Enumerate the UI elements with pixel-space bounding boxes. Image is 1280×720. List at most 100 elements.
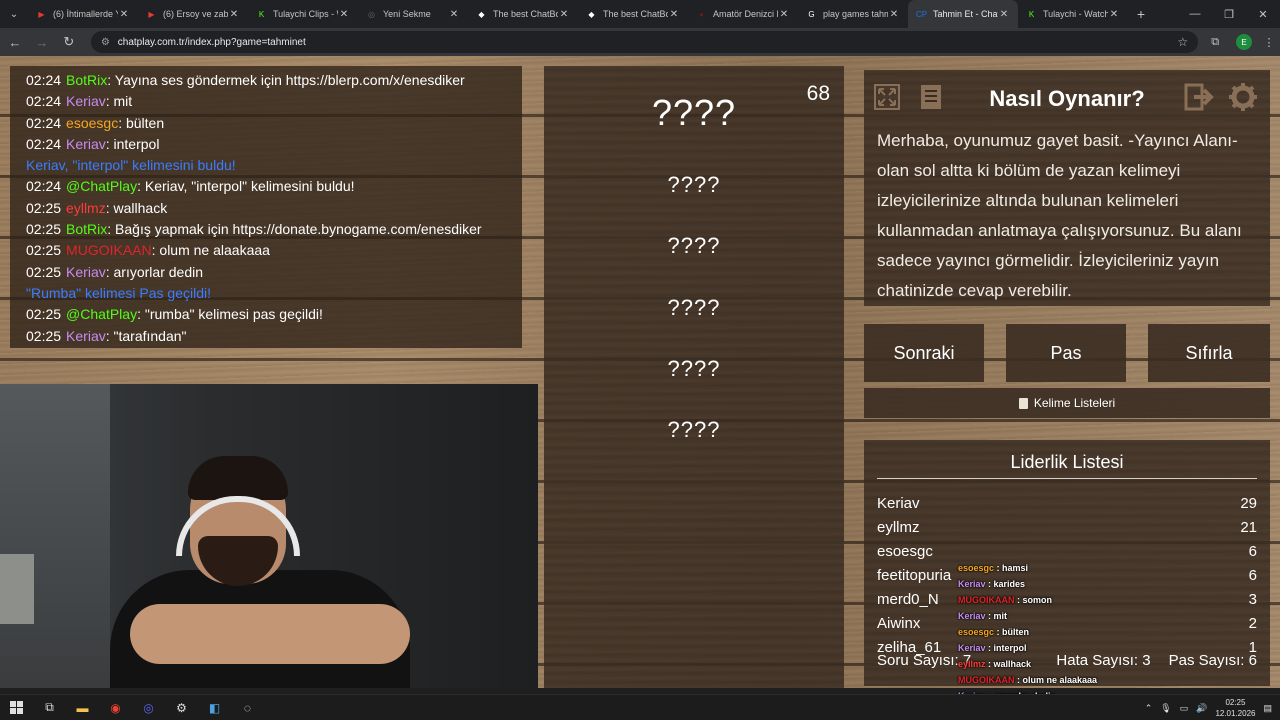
leaderboard-name: Keriav <box>877 495 920 512</box>
tab-close-icon[interactable]: ✕ <box>118 9 130 20</box>
tab-close-icon[interactable]: ✕ <box>338 9 350 20</box>
chat-username: esoesgc <box>66 114 119 131</box>
chat-text: : Keriav, "interpol" kelimesini buldu! <box>137 178 355 195</box>
leaderboard-name: Aiwinx <box>877 615 921 632</box>
chat-timestamp: 02:24 <box>26 178 62 195</box>
tray-chevron-icon[interactable]: ⌃ <box>1145 703 1153 714</box>
minimize-icon[interactable]: — <box>1178 0 1212 28</box>
browser-tab[interactable]: ▶ (6) İhtimallerde Ya✕ <box>28 0 138 28</box>
chat-text: : wallhack <box>105 199 168 216</box>
chat-timestamp: 02:25 <box>26 199 62 216</box>
overlay-text: : somon <box>1014 595 1052 605</box>
tab-close-icon[interactable]: ✕ <box>668 9 680 20</box>
task-view-icon[interactable]: ⧉ <box>33 695 66 720</box>
tab-close-icon[interactable]: ✕ <box>558 9 570 20</box>
tab-favicon-icon: K <box>1028 9 1035 19</box>
new-tab-button[interactable]: + <box>1128 6 1154 22</box>
network-icon[interactable]: ▭ <box>1180 703 1189 714</box>
leaderboard-title: Liderlik Listesi <box>1010 452 1124 472</box>
site-info-icon[interactable]: ⚙ <box>101 37 110 48</box>
browser-tab[interactable]: ▶ (6) Ersoy ve zabıt ✕ <box>138 0 248 28</box>
leaderboard-row: eyllmz 21 <box>877 516 1257 540</box>
chat-username: Keriav <box>66 135 106 152</box>
forward-icon[interactable]: → <box>30 30 54 54</box>
overlay-username: esoesgc <box>958 563 995 573</box>
chrome-icon[interactable]: ◉ <box>99 695 132 720</box>
tab-close-icon[interactable]: ✕ <box>228 9 240 20</box>
chat-lines: 02:24 BotRix: Yayına ses göndermek için h… <box>26 70 522 347</box>
clock[interactable]: 02:25 12.01.2026 <box>1215 697 1255 719</box>
back-icon[interactable]: ← <box>3 30 27 54</box>
chat-message: 02:24 esoesgc: bülten <box>26 113 522 134</box>
discord-icon[interactable]: ◎ <box>132 695 165 720</box>
chat-message: 02:25 BotRix: Bağış yapmak için https://d… <box>26 219 522 240</box>
tab-favicon-icon: ▶ <box>148 9 155 19</box>
chat-username: Keriav, "interpol" kelimesini buldu! <box>26 157 236 174</box>
clipboard-icon <box>1018 397 1028 409</box>
notifications-icon[interactable]: ▤ <box>1263 703 1272 714</box>
extensions-icon[interactable]: ⧉ <box>1204 31 1226 53</box>
bookmark-star-icon[interactable]: ☆ <box>1177 35 1188 49</box>
window-controls: — ❐ ✕ <box>1178 0 1280 28</box>
chat-message: 02:24 Keriav: mit <box>26 91 522 112</box>
logout-icon[interactable] <box>1182 80 1216 114</box>
windows-start-icon[interactable] <box>0 695 33 720</box>
app-icon[interactable]: ◧ <box>198 695 231 720</box>
settings-gear-icon[interactable] <box>1226 80 1260 114</box>
reload-icon[interactable]: ↻ <box>57 30 81 54</box>
browser-tab[interactable]: CP Tahmin Et - ChatP✕ <box>908 0 1018 28</box>
chat-timestamp: 02:25 <box>26 242 62 259</box>
tab-close-icon[interactable]: ✕ <box>448 9 460 20</box>
chat-timestamp: 02:25 <box>26 306 62 323</box>
obs-icon[interactable]: ◌ <box>231 695 264 720</box>
next-button[interactable]: Sonraki <box>864 324 984 382</box>
clock-time: 02:25 <box>1225 698 1246 707</box>
chat-text: : bülten <box>118 114 165 131</box>
overlay-username: MUGOIKAAN <box>958 675 1015 685</box>
overlay-text: : bülten <box>994 627 1030 637</box>
file-explorer-icon[interactable]: ▬ <box>66 695 99 720</box>
volume-icon[interactable]: 🔊 <box>1196 703 1207 714</box>
browser-tab[interactable]: ◎ Yeni Sekme ✕ <box>358 0 468 28</box>
browser-tab[interactable]: ◆ The best ChatBot ✕ <box>578 0 688 28</box>
chat-message: 02:25 Keriav: "tarafından" <box>26 326 522 347</box>
browser-tab[interactable]: ◆ The best ChatBot ✕ <box>468 0 578 28</box>
how-to-play-panel: Nasıl Oynanır? Merhaba, oyunumuz gayet b… <box>864 70 1270 306</box>
tab-bar: ⌄ ▶(6) İhtimallerde Ya✕▶(6) Ersoy ve zab… <box>0 0 1280 28</box>
microphone-icon[interactable]: 🎙 <box>1160 703 1171 714</box>
chat-timestamp: 02:25 <box>26 221 62 238</box>
browser-tab[interactable]: K Tulaychi Clips - W ✕ <box>248 0 358 28</box>
browser-tab[interactable]: Gplay games tahm ✕ <box>798 0 908 28</box>
pass-button[interactable]: Pas <box>1006 324 1126 382</box>
tab-close-icon[interactable]: ✕ <box>1108 9 1120 20</box>
menu-kebab-icon[interactable]: ⋮ <box>1258 31 1280 53</box>
leaderboard-score: 29 <box>1240 495 1257 512</box>
leaderboard-score: 6 <box>1248 543 1257 560</box>
chat-text: : interpol <box>105 135 160 152</box>
leaderboard-name: feetitopuria <box>877 567 952 584</box>
tab-title: Tahmin Et - ChatP <box>933 9 998 19</box>
webcam-feed <box>0 384 538 688</box>
restore-icon[interactable]: ❐ <box>1212 0 1246 28</box>
url-field[interactable]: ⚙ chatplay.com.tr/index.php?game=tahmine… <box>90 31 1199 53</box>
reset-button[interactable]: Sıfırla <box>1148 324 1270 382</box>
tab-close-icon[interactable]: ✕ <box>998 9 1010 20</box>
chat-timestamp: 02:25 <box>26 263 62 280</box>
word-lists-button[interactable]: Kelime Listeleri <box>864 388 1270 418</box>
chat-text: : mit <box>105 93 133 110</box>
tab-close-icon[interactable]: ✕ <box>778 9 790 20</box>
chat-text: : "rumba" kelimesi pas geçildi! <box>137 306 323 323</box>
profile-avatar[interactable]: E <box>1236 34 1253 50</box>
leaderboard-score: 2 <box>1248 615 1257 632</box>
leaderboard-score: 6 <box>1248 567 1257 584</box>
settings-icon[interactable]: ⚙ <box>165 695 198 720</box>
overlay-text: : olum ne alaakaaa <box>1014 675 1098 685</box>
browser-tab[interactable]: ● Amatör Denizci E ✕ <box>688 0 798 28</box>
browser-tab[interactable]: K Tulaychi - Watch ✕ <box>1018 0 1128 28</box>
tab-close-icon[interactable]: ✕ <box>888 9 900 20</box>
close-window-icon[interactable]: ✕ <box>1246 0 1280 28</box>
chat-message: "Rumba" kelimesi Pas geçildi! <box>26 283 522 304</box>
how-to-play-text: Merhaba, oyunumuz gayet basit. -Yayıncı … <box>877 131 1242 300</box>
tab-search-icon[interactable]: ⌄ <box>0 0 28 28</box>
tab-title: Amatör Denizci E <box>713 9 778 19</box>
